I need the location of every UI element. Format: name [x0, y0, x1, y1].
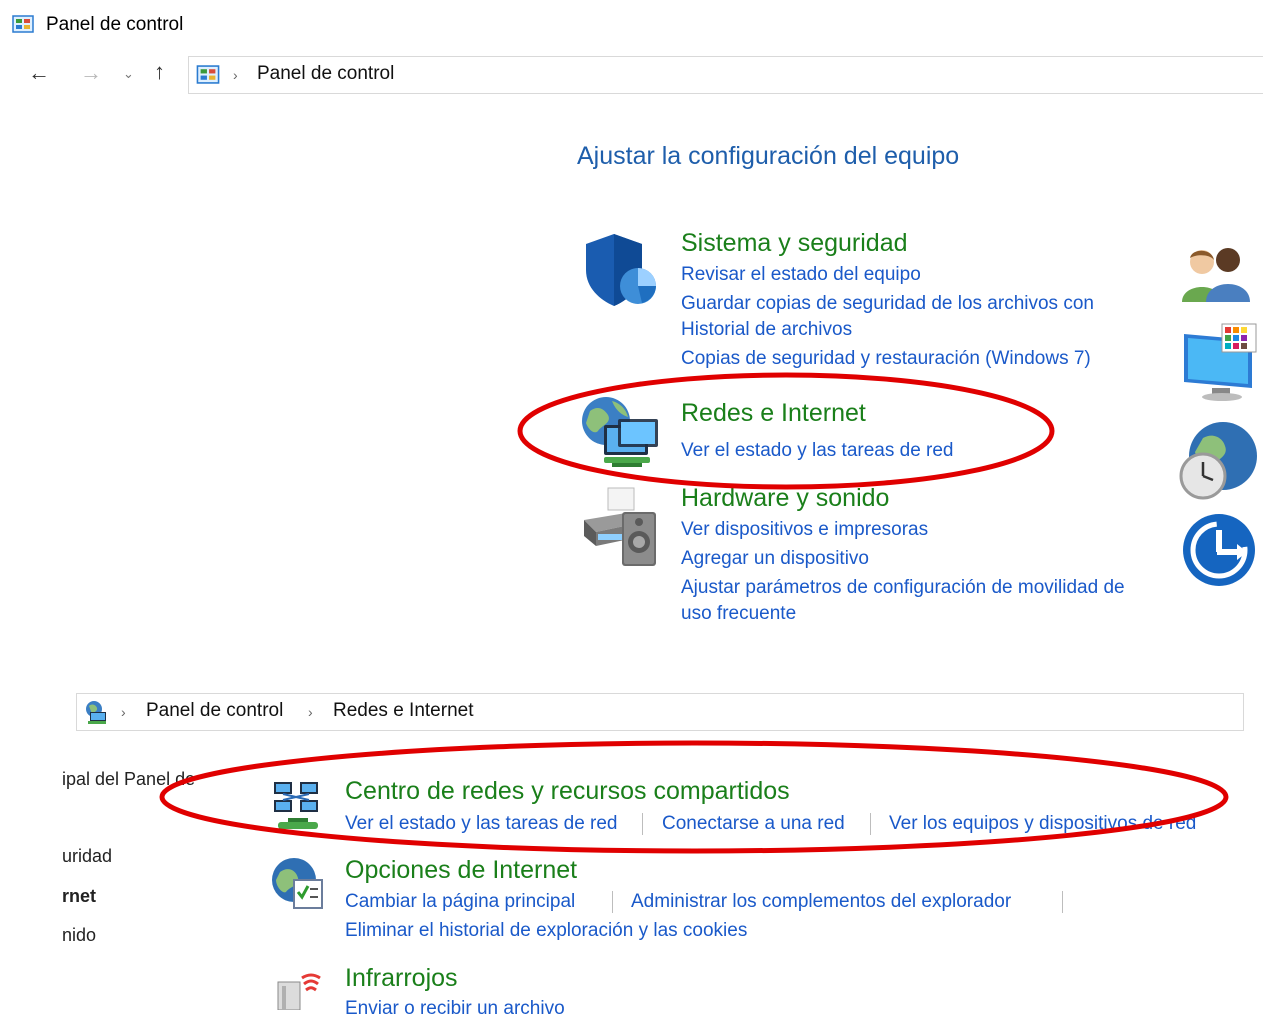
shield-icon [586, 234, 656, 306]
printer-icon [584, 487, 656, 566]
sidebar-item-sound[interactable]: nido [62, 925, 96, 946]
sub-title-internet-options[interactable]: Opciones de Internet [345, 856, 577, 885]
annotation-ellipse-network-center [159, 740, 1229, 854]
category-title-system-security[interactable]: Sistema y seguridad [681, 229, 908, 258]
window-title: Panel de control [46, 14, 184, 35]
breadcrumb-separator-icon: › [308, 704, 313, 720]
link-change-homepage[interactable]: Cambiar la página principal [345, 891, 575, 913]
control-panel-icon [196, 65, 220, 84]
sidebar-item-security[interactable]: uridad [62, 846, 112, 867]
second-address-bar[interactable]: › Panel de control › Redes e Internet [76, 693, 1244, 731]
window-title-bar: Panel de control [0, 10, 1263, 40]
link-divider [1062, 891, 1063, 913]
link-review-status[interactable]: Revisar el estado del equipo [681, 264, 921, 286]
link-delete-history[interactable]: Eliminar el historial de exploración y l… [345, 920, 747, 942]
breadcrumb-control-panel[interactable]: Panel de control [257, 63, 394, 85]
internet-options-icon [272, 858, 323, 909]
recent-dropdown-icon[interactable]: ⌄ [123, 66, 134, 82]
link-backup-restore[interactable]: Copias de seguridad y restauración (Wind… [681, 348, 1091, 370]
address-bar[interactable]: › Panel de control [188, 56, 1263, 94]
link-devices-printers[interactable]: Ver dispositivos e impresoras [681, 519, 928, 541]
breadcrumb-separator-icon: › [233, 67, 238, 83]
back-arrow-icon[interactable]: ← [28, 62, 50, 84]
annotation-ellipse-network [517, 372, 1055, 490]
ease-of-access-icon [1183, 514, 1255, 586]
link-mobility-settings[interactable]: Ajustar parámetros de configuración de m… [681, 577, 1125, 599]
control-panel-icon [12, 15, 34, 33]
network-center-icon [86, 701, 106, 724]
link-manage-addons[interactable]: Administrar los complementos del explora… [631, 891, 1011, 913]
sidebar-item-internet[interactable]: rnet [62, 886, 96, 907]
breadcrumb-network-internet[interactable]: Redes e Internet [333, 700, 473, 722]
breadcrumb-control-panel[interactable]: Panel de control [146, 700, 283, 722]
infrared-icon [277, 973, 321, 1010]
users-icon [1182, 248, 1250, 302]
link-send-receive-file[interactable]: Enviar o recibir un archivo [345, 998, 565, 1020]
page-heading: Ajustar la configuración del equipo [577, 142, 960, 170]
link-divider [612, 891, 613, 913]
link-backup-files[interactable]: Guardar copias de seguridad de los archi… [681, 293, 1094, 315]
display-icon [1184, 323, 1257, 401]
breadcrumb-separator-icon: › [121, 704, 126, 720]
link-add-device[interactable]: Agregar un dispositivo [681, 548, 869, 570]
forward-arrow-icon[interactable]: → [80, 62, 102, 84]
clock-globe-icon [1179, 422, 1257, 500]
sub-title-infrared[interactable]: Infrarrojos [345, 964, 458, 993]
up-arrow-icon[interactable]: ↑ [154, 61, 165, 83]
link-file-history[interactable]: Historial de archivos [681, 319, 852, 341]
link-frequent-use[interactable]: uso frecuente [681, 603, 796, 625]
